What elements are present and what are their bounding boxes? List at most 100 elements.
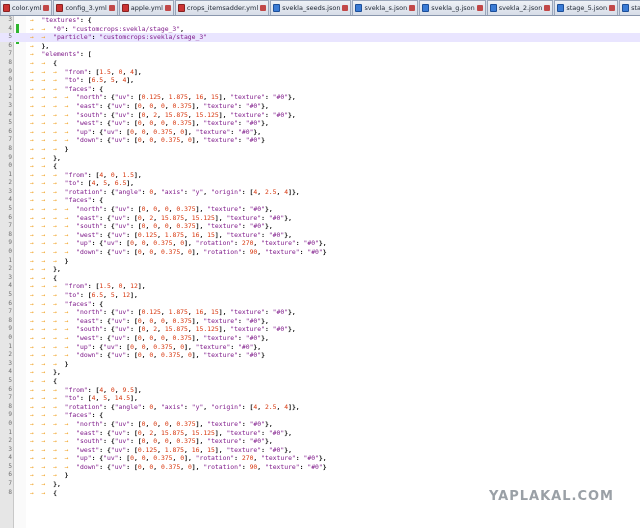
code-text: → → → } [30, 359, 69, 368]
line-number: 7 [8, 308, 12, 316]
code-line[interactable]: 4 → → }, [0, 368, 640, 377]
line-number: 3 [8, 359, 12, 367]
code-text: → → → → "up": {"uv": [0, 0, 0.375, 0], "… [30, 454, 327, 463]
tab-crops-itemsadder-yml[interactable]: crops_itemsadder.yml [174, 0, 270, 15]
tab-label: crops_itemsadder.yml [186, 4, 259, 12]
code-line[interactable]: 1 → → → } [0, 257, 640, 266]
code-text: → → → → "north": {"uv": [0, 0, 0, 0.375]… [30, 205, 273, 214]
code-line[interactable]: 1 → → → → "up": {"uv": [0, 0, 0.375, 0], … [0, 343, 640, 352]
code-line[interactable]: 5 → → { [0, 377, 640, 386]
line-number: 9 [8, 239, 12, 247]
line-number: 1 [8, 342, 12, 350]
close-icon[interactable] [544, 5, 551, 11]
line-number: 4 [8, 110, 12, 118]
tab-svekla-s-json[interactable]: svekla_s.json [352, 0, 419, 15]
code-line[interactable]: 0 → → → "to": [6.5, 5, 4], [0, 76, 640, 85]
close-icon[interactable] [409, 5, 416, 11]
close-icon[interactable] [476, 5, 483, 11]
code-line[interactable]: 7 → → → → "down": {"uv": [0, 0, 0.375, 0]… [0, 136, 640, 145]
code-line[interactable]: 2 → → }, [0, 265, 640, 274]
code-line[interactable]: 1 → → → "faces": { [0, 85, 640, 94]
code-line[interactable]: 7 → "elements": [ [0, 50, 640, 59]
code-line[interactable]: 8 → → → → "east": {"uv": [0, 0, 0, 0.375]… [0, 317, 640, 326]
line-number: 6 [8, 385, 12, 393]
code-line[interactable]: 4 → → "0": "customcrops:svekla/stage_3", [0, 25, 640, 34]
tab-stage-5-json[interactable]: stage_5.json [554, 0, 619, 15]
close-icon[interactable] [342, 5, 349, 11]
code-line[interactable]: 6 → }, [0, 42, 640, 51]
code-line[interactable]: 5 → → → "to": [6.5, 5, 12], [0, 291, 640, 300]
code-line[interactable]: 4 → → → "from": [1.5, 0, 12], [0, 282, 640, 291]
close-icon[interactable] [43, 5, 50, 11]
line-number: 4 [8, 24, 12, 32]
code-line[interactable]: 0 → → → → "west": {"uv": [0, 0, 0, 0.375]… [0, 334, 640, 343]
code-line[interactable]: 6 → → → "from": [4, 0, 9.5], [0, 386, 640, 395]
line-number: 4 [8, 368, 12, 376]
code-line[interactable]: 7 → → → → "south": {"uv": [0, 0, 0, 0.375… [0, 222, 640, 231]
code-line[interactable]: 8 → → → → "west": {"uv": [0.125, 1.875, 1… [0, 231, 640, 240]
code-line[interactable]: 0 → → → → "down": {"uv": [0, 0, 0.375, 0]… [0, 248, 640, 257]
tab-label: svekla_s.json [364, 4, 408, 12]
code-line[interactable]: 5 → → → → "down": {"uv": [0, 0, 0.375, 0]… [0, 463, 640, 472]
code-line[interactable]: 9 → → → "faces": { [0, 411, 640, 420]
code-line[interactable]: 5 → → → → "west": {"uv": [0, 0, 0, 0.375]… [0, 119, 640, 128]
tab-label: color.yml [12, 4, 42, 12]
code-line[interactable]: 0 → → → → "north": {"uv": [0, 0, 0, 0.375… [0, 420, 640, 429]
code-line[interactable]: 3 → "textures": { [0, 16, 640, 25]
code-line[interactable]: 6 → → → → "east": {"uv": [0, 2, 15.875, 1… [0, 214, 640, 223]
code-line[interactable]: 1 → → → "from": [4, 0, 1.5], [0, 171, 640, 180]
line-number: 0 [8, 248, 12, 256]
code-line[interactable]: 8 → → { [0, 59, 640, 68]
code-line[interactable]: 8 → → → } [0, 145, 640, 154]
code-line[interactable]: 7 → → }, [0, 480, 640, 489]
code-editor[interactable]: 3 → "textures": {4 → → "0": "customcrops:s… [0, 16, 640, 528]
tab-label: config_3.yml [65, 4, 107, 12]
code-text: → → { [30, 376, 57, 385]
code-line[interactable]: 6 → → → "faces": { [0, 300, 640, 309]
code-line[interactable]: 7 → → → "to": [4, 5, 14.5], [0, 394, 640, 403]
close-icon[interactable] [164, 5, 171, 11]
line-number: 9 [8, 153, 12, 161]
tab-stage-4-json[interactable]: stage_4.json [619, 0, 640, 15]
close-icon[interactable] [609, 5, 616, 11]
line-number: 5 [8, 205, 12, 213]
line-number: 3 [8, 187, 12, 195]
code-line[interactable]: 0 → → { [0, 162, 640, 171]
code-line[interactable]: 4 → → → "faces": { [0, 196, 640, 205]
code-line[interactable]: 9 → → → "from": [1.5, 0, 4], [0, 68, 640, 77]
close-icon[interactable] [260, 5, 267, 11]
code-line[interactable]: 2 → → → → "north": {"uv": [0.125, 1.875, … [0, 93, 640, 102]
code-line[interactable]: 9 → → → → "up": {"uv": [0, 0, 0.375, 0], … [0, 239, 640, 248]
line-number: 6 [8, 127, 12, 135]
code-line[interactable]: 2 → → → → "down": {"uv": [0, 0, 0.375, 0]… [0, 351, 640, 360]
code-line[interactable]: 3 → → → → "west": {"uv": [0.125, 1.875, 1… [0, 446, 640, 455]
code-line[interactable]: 3 → → { [0, 274, 640, 283]
code-line[interactable]: 2 → → → "to": [4, 5, 6.5], [0, 179, 640, 188]
code-line[interactable]: 6 → → → } [0, 471, 640, 480]
tab-apple-yml[interactable]: apple.yml [118, 0, 174, 15]
code-line[interactable]: 3 → → → → "east": {"uv": [0, 0, 0, 0.375]… [0, 102, 640, 111]
code-line[interactable]: 4 → → → → "up": {"uv": [0, 0, 0.375, 0], … [0, 454, 640, 463]
tab-svekla-seeds-json[interactable]: svekla_seeds.json [270, 0, 352, 15]
code-line[interactable]: 5 → → → → "north": {"uv": [0, 0, 0, 0.375… [0, 205, 640, 214]
tab-svekla-2-json[interactable]: svekla_2.json [486, 0, 554, 15]
code-lines[interactable]: 3 → "textures": {4 → → "0": "customcrops:s… [0, 16, 640, 497]
code-line[interactable]: 3 → → → "rotation": {"angle": 0, "axis": … [0, 188, 640, 197]
code-text: → → { [30, 162, 57, 171]
code-line[interactable]: 2 → → → → "south": {"uv": [0, 0, 0, 0.375… [0, 437, 640, 446]
code-line[interactable]: 3 → → → } [0, 360, 640, 369]
file-icon [121, 4, 129, 12]
code-line[interactable]: 7 → → → → "north": {"uv": [0.125, 1.875, … [0, 308, 640, 317]
code-line[interactable]: 8 → → → "rotation": {"angle": 0, "axis": … [0, 403, 640, 412]
close-icon[interactable] [108, 5, 115, 11]
code-text: → → → → "up": {"uv": [0, 0, 0.375, 0], "… [30, 239, 327, 248]
code-line[interactable]: 4 → → → → "south": {"uv": [0, 2, 15.875, … [0, 111, 640, 120]
code-line[interactable]: 6 → → → → "up": {"uv": [0, 0, 0.375, 0], … [0, 128, 640, 137]
code-line[interactable]: 1 → → → → "east": {"uv": [0, 2, 15.875, 1… [0, 429, 640, 438]
code-line[interactable]: 5 → → "particle": "customcrops:svekla/sta… [0, 33, 640, 42]
code-line[interactable]: 9 → → → → "south": {"uv": [0, 2, 15.875, … [0, 325, 640, 334]
tab-color-yml[interactable]: color.yml [0, 0, 53, 15]
tab-config-3-yml[interactable]: config_3.yml [53, 0, 118, 15]
tab-svekla-g-json[interactable]: svekla_g.json [419, 0, 486, 15]
code-line[interactable]: 9 → → }, [0, 154, 640, 163]
